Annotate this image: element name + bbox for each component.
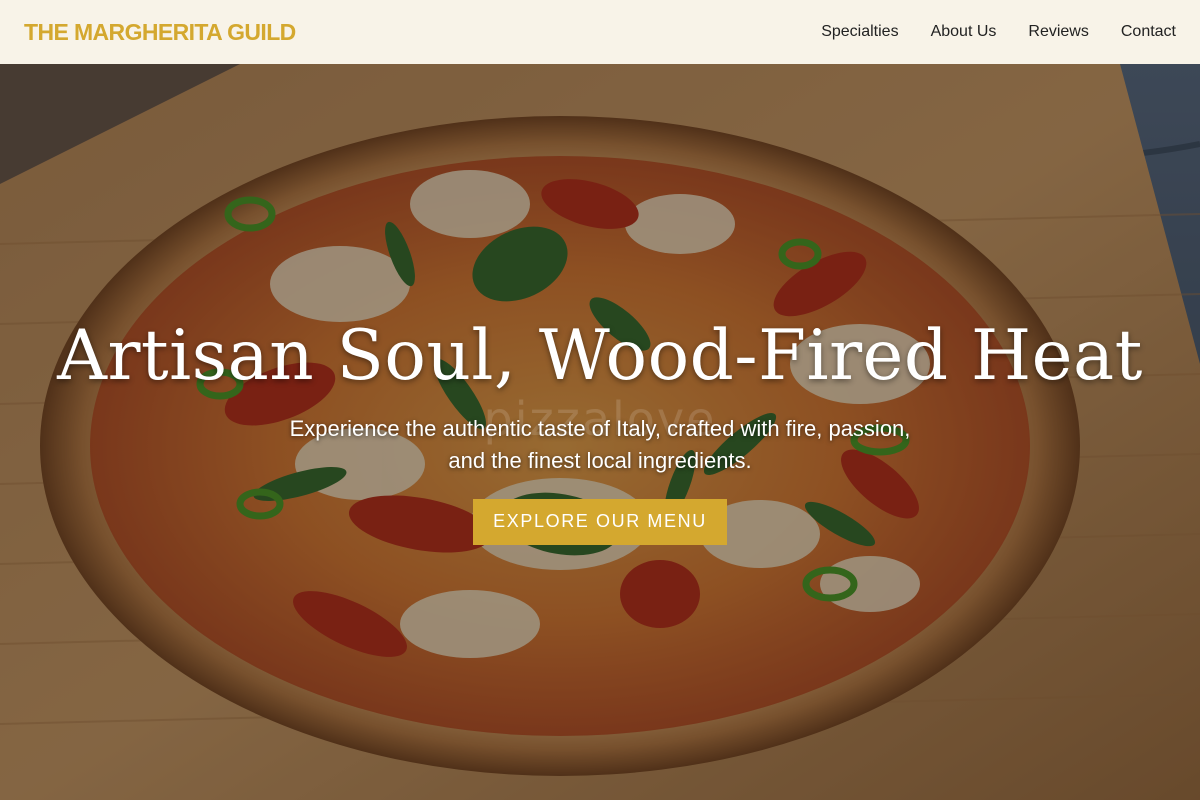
hero-title: Artisan Soul, Wood-Fired Heat (57, 316, 1143, 397)
site-header: THE MARGHERITA GUILD Specialties About U… (0, 0, 1200, 64)
hero-content: Artisan Soul, Wood-Fired Heat Experience… (0, 64, 1200, 800)
nav-link-contact[interactable]: Contact (1121, 23, 1176, 41)
hero-subtitle: Experience the authentic taste of Italy,… (289, 415, 911, 473)
nav-link-reviews[interactable]: Reviews (1028, 23, 1088, 41)
explore-menu-button[interactable]: EXPLORE OUR MENU (473, 498, 727, 545)
nav-link-specialties[interactable]: Specialties (821, 23, 898, 41)
nav-link-about-us[interactable]: About Us (931, 23, 997, 41)
hero-section: pizzalove Artisan Soul, Wood-Fired Heat … (0, 64, 1200, 800)
site-logo[interactable]: THE MARGHERITA GUILD (24, 19, 296, 46)
main-nav: Specialties About Us Reviews Contact (821, 23, 1176, 41)
